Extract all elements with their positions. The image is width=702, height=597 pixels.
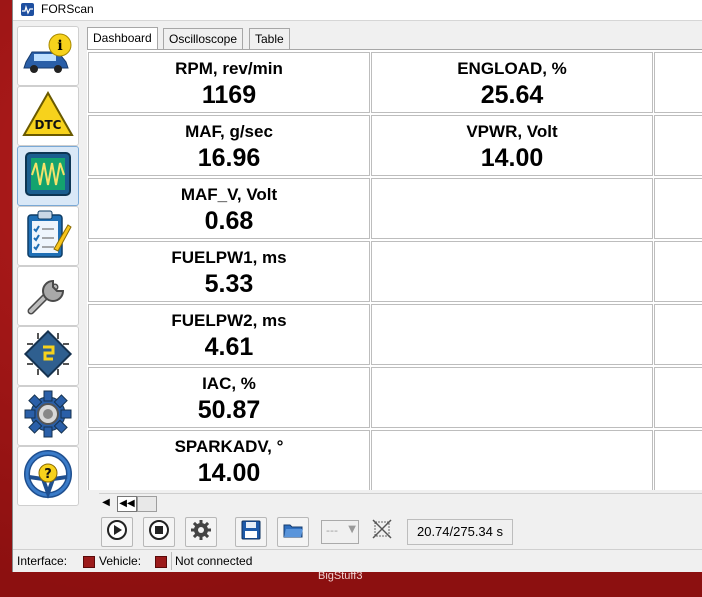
oscilloscope-icon	[24, 151, 72, 201]
interface-label: Interface:	[17, 554, 68, 568]
time-position-readout: 20.74/275.34 s	[407, 519, 513, 545]
connection-status: Not connected	[175, 554, 253, 568]
wrench-icon	[23, 269, 73, 323]
sidebar-item-tests[interactable]	[17, 206, 79, 266]
empty-gauge-slot[interactable]	[654, 115, 702, 176]
sidebar-item-vehicle-info[interactable]: i	[17, 26, 79, 86]
gauge-label: RPM, rev/min	[175, 59, 283, 78]
empty-gauge-slot[interactable]	[654, 367, 702, 428]
sidebar-item-help[interactable]: ?	[17, 446, 79, 506]
gauge-label: IAC, %	[202, 374, 256, 393]
empty-gauge-slot[interactable]	[654, 430, 702, 490]
scroll-left-arrow-icon[interactable]: ◀	[99, 496, 113, 510]
gauge-value: 14.00	[197, 459, 261, 487]
gauge-value: 1169	[201, 81, 257, 109]
save-button[interactable]	[235, 517, 267, 547]
gauge-maf-v[interactable]: MAF_V, Volt 0.68	[88, 178, 370, 239]
forscan-app-icon	[21, 3, 34, 16]
floppy-disk-icon	[240, 519, 262, 545]
status-bar: Interface: Vehicle: Not connected	[13, 549, 702, 572]
svg-text:DTC: DTC	[35, 118, 62, 132]
gauge-value: 4.61	[204, 333, 254, 361]
window-title: FORScan	[41, 2, 94, 16]
gauge-value: 5.33	[204, 270, 254, 298]
interface-status-indicator	[83, 556, 95, 568]
rewind-icon[interactable]: ◀◀	[117, 496, 137, 512]
crossed-box-icon	[371, 518, 393, 544]
gauge-engload[interactable]: ENGLOAD, % 25.64	[371, 52, 653, 113]
stop-icon	[148, 519, 170, 545]
gauge-value: 16.96	[197, 144, 261, 172]
reset-button[interactable]	[367, 517, 397, 545]
gauge-iac[interactable]: IAC, % 50.87	[88, 367, 370, 428]
empty-gauge-slot[interactable]	[654, 52, 702, 113]
horizontal-scrollbar[interactable]: ◀ ◀◀	[99, 493, 702, 512]
gauge-value: 50.87	[197, 396, 261, 424]
dashboard-grid: RPM, rev/min 1169 MAF, g/sec 16.96 MAF_V…	[87, 49, 702, 490]
forscan-window: FORScan i DTC ? Dashboard Oscilloscope T…	[12, 0, 702, 572]
sidebar-item-settings[interactable]	[17, 386, 79, 446]
folder-icon	[282, 519, 304, 545]
chevron-down-icon: ▼	[348, 524, 356, 535]
vehicle-status-indicator	[155, 556, 167, 568]
gauge-value: 0.68	[204, 207, 254, 235]
empty-gauge-slot[interactable]	[654, 304, 702, 365]
chip-icon	[23, 329, 73, 383]
gauge-sparkadv[interactable]: SPARKADV, ° 14.00	[88, 430, 370, 490]
gauge-label: ENGLOAD, %	[457, 59, 567, 78]
checklist-icon	[24, 209, 72, 263]
sidebar-item-dtc[interactable]: DTC	[17, 86, 79, 146]
gauge-label: MAF_V, Volt	[180, 185, 278, 204]
help-steering-icon: ?	[23, 449, 73, 503]
vehicle-label: Vehicle:	[99, 554, 142, 568]
empty-gauge-slot[interactable]	[371, 430, 653, 490]
status-divider	[171, 552, 172, 570]
empty-gauge-slot[interactable]	[654, 178, 702, 239]
settings-button[interactable]	[185, 517, 217, 547]
dtc-warning-icon: DTC	[22, 90, 74, 141]
scroll-thumb[interactable]	[137, 496, 157, 512]
svg-text:i: i	[57, 38, 62, 54]
stop-button[interactable]	[143, 517, 175, 547]
gauge-vpwr[interactable]: VPWR, Volt 14.00	[371, 115, 653, 176]
tab-table[interactable]: Table	[249, 28, 290, 49]
empty-gauge-slot[interactable]	[654, 241, 702, 302]
gauge-maf[interactable]: MAF, g/sec 16.96	[88, 115, 370, 176]
desktop-text: BigStuff3	[318, 570, 363, 582]
play-icon	[106, 519, 128, 545]
svg-text:?: ?	[44, 467, 52, 482]
gauge-label: VPWR, Volt	[466, 122, 558, 141]
recording-toolbar: --- ▼ 20.74/275.34 s	[99, 515, 702, 549]
display-mode-select[interactable]: --- ▼	[321, 520, 359, 544]
tab-oscilloscope[interactable]: Oscilloscope	[163, 28, 244, 49]
gear-icon	[23, 389, 73, 443]
gauge-rpm[interactable]: RPM, rev/min 1169	[88, 52, 370, 113]
empty-gauge-slot[interactable]	[371, 178, 653, 239]
gauge-value: 25.64	[480, 81, 544, 109]
sidebar: i DTC ?	[13, 22, 85, 506]
sidebar-item-configuration[interactable]	[17, 326, 79, 386]
gauge-label: FUELPW2, ms	[171, 311, 287, 330]
play-button[interactable]	[101, 517, 133, 547]
gauge-value: 14.00	[480, 144, 544, 172]
open-button[interactable]	[277, 517, 309, 547]
sidebar-item-oscilloscope[interactable]	[17, 146, 79, 206]
empty-gauge-slot[interactable]	[371, 304, 653, 365]
select-value: ---	[326, 524, 338, 537]
car-info-icon: i	[22, 32, 74, 80]
gauge-fuelpw2[interactable]: FUELPW2, ms 4.61	[88, 304, 370, 365]
empty-gauge-slot[interactable]	[371, 367, 653, 428]
gauge-label: FUELPW1, ms	[171, 248, 287, 267]
empty-gauge-slot[interactable]	[371, 241, 653, 302]
gauge-label: SPARKADV, °	[174, 437, 284, 456]
gauge-fuelpw1[interactable]: FUELPW1, ms 5.33	[88, 241, 370, 302]
tab-dashboard[interactable]: Dashboard	[87, 27, 158, 49]
gauge-label: MAF, g/sec	[185, 122, 273, 141]
sidebar-item-service[interactable]	[17, 266, 79, 326]
gear-icon	[190, 519, 212, 545]
title-bar: FORScan	[13, 0, 702, 21]
